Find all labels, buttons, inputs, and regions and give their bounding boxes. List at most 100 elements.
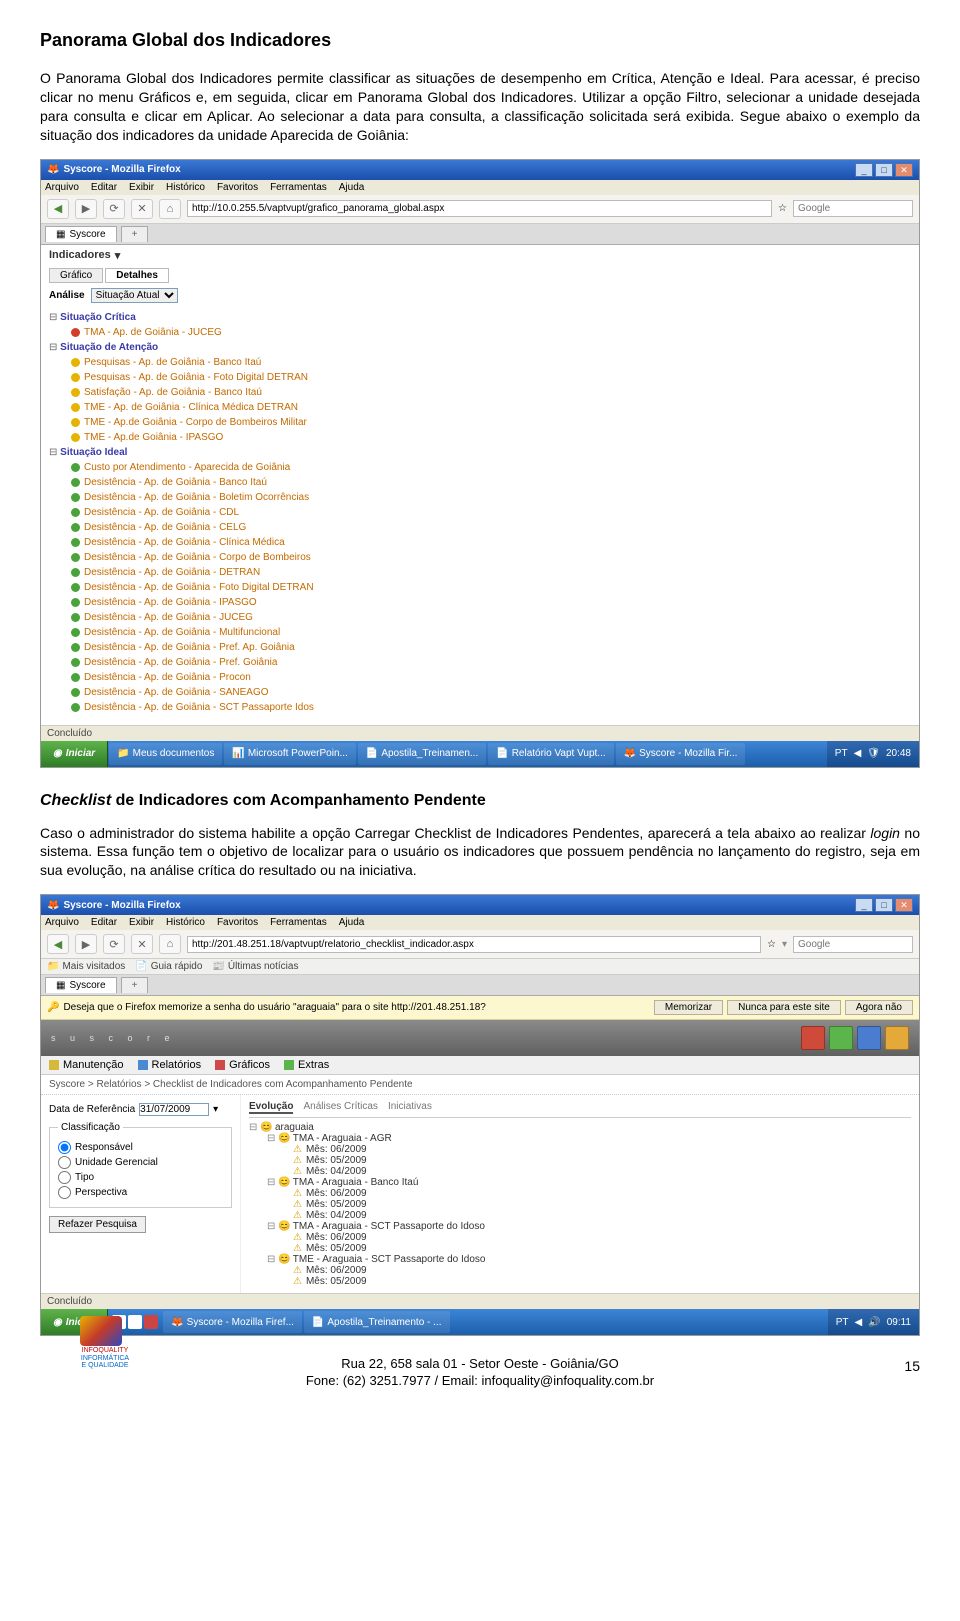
tree-item[interactable]: Desistência - Ap. de Goiânia - Multifunc… — [71, 625, 911, 640]
home-button[interactable]: ⌂ — [159, 934, 181, 954]
tree-node[interactable]: 😊 TME - Araguaia - SCT Passaporte do Ido… — [267, 1254, 911, 1265]
tree-month-item[interactable]: ⚠ Mês: 04/2009 — [293, 1210, 911, 1221]
tree-month-item[interactable]: ⚠ Mês: 04/2009 — [293, 1166, 911, 1177]
sub-tab-detalhes[interactable]: Detalhes — [105, 268, 169, 283]
task-item[interactable]: 📊Microsoft PowerPoin... — [224, 743, 356, 765]
tree-node[interactable]: 😊 TMA - Araguaia - SCT Passaporte do Ido… — [267, 1221, 911, 1232]
tree-item[interactable]: Desistência - Ap. de Goiânia - JUCEG — [71, 610, 911, 625]
close-button[interactable]: ✕ — [895, 163, 913, 177]
never-button[interactable]: Nunca para este site — [727, 1000, 841, 1015]
search-input[interactable] — [793, 200, 913, 217]
tree-month-item[interactable]: ⚠ Mês: 05/2009 — [293, 1199, 911, 1210]
tree-item[interactable]: Desistência - Ap. de Goiânia - IPASGO — [71, 595, 911, 610]
quicklaunch-icon[interactable] — [128, 1315, 142, 1329]
tree-item[interactable]: Desistência - Ap. de Goiânia - CELG — [71, 520, 911, 535]
sub-tab-grafico[interactable]: Gráfico — [49, 268, 103, 283]
browser-menubar[interactable]: Arquivo Editar Exibir Histórico Favorito… — [41, 915, 919, 930]
refresh-search-button[interactable]: Refazer Pesquisa — [49, 1216, 146, 1233]
remember-button[interactable]: Memorizar — [654, 1000, 723, 1015]
app-menu-relatorios[interactable]: Relatórios — [138, 1059, 202, 1071]
menu-item[interactable]: Editar — [91, 917, 117, 928]
task-item[interactable]: 📄Apostila_Treinamen... — [358, 743, 486, 765]
app-menu-graficos[interactable]: Gráficos — [215, 1059, 270, 1071]
tree-group-label[interactable]: Situação Ideal — [49, 445, 911, 460]
tree-item[interactable]: Satisfação - Ap. de Goiânia - Banco Itaú — [71, 385, 911, 400]
search-input[interactable] — [793, 936, 913, 953]
new-tab-button[interactable]: + — [121, 226, 149, 242]
bookmark-item[interactable]: 📁Mais visitados — [47, 961, 125, 972]
tree-root[interactable]: 😊 araguaia — [249, 1122, 911, 1133]
menu-item[interactable]: Arquivo — [45, 917, 79, 928]
tree-month-item[interactable]: ⚠ Mês: 05/2009 — [293, 1276, 911, 1287]
tab-analises[interactable]: Análises Críticas — [303, 1101, 377, 1114]
close-button[interactable]: ✕ — [895, 898, 913, 912]
tree-item[interactable]: Desistência - Ap. de Goiânia - Banco Ita… — [71, 475, 911, 490]
tree-group-label[interactable]: Situação Crítica — [49, 310, 911, 325]
radio-unidade[interactable]: Unidade Gerencial — [58, 1156, 223, 1169]
task-item[interactable]: 🦊Syscore - Mozilla Fir... — [616, 743, 746, 765]
forward-button[interactable]: ▶ — [75, 199, 97, 219]
task-item[interactable]: 🦊Syscore - Mozilla Firef... — [163, 1311, 302, 1333]
menu-item[interactable]: Exibir — [129, 182, 154, 193]
tree-item[interactable]: Desistência - Ap. de Goiânia - Procon — [71, 670, 911, 685]
tree-item[interactable]: Desistência - Ap. de Goiânia - Foto Digi… — [71, 580, 911, 595]
back-button[interactable]: ◀ — [47, 934, 69, 954]
tree-node[interactable]: 😊 TMA - Araguaia - AGR — [267, 1133, 911, 1144]
bookmark-item[interactable]: 📄Guia rápido — [135, 961, 202, 972]
minimize-button[interactable]: _ — [855, 163, 873, 177]
tree-item[interactable]: Desistência - Ap. de Goiânia - Boletim O… — [71, 490, 911, 505]
radio-perspectiva[interactable]: Perspectiva — [58, 1186, 223, 1199]
menu-item[interactable]: Histórico — [166, 182, 205, 193]
tree-item[interactable]: Desistência - Ap. de Goiânia - Pref. Ap.… — [71, 640, 911, 655]
stop-button[interactable]: ✕ — [131, 934, 153, 954]
not-now-button[interactable]: Agora não — [845, 1000, 913, 1015]
menu-item[interactable]: Histórico — [166, 917, 205, 928]
menu-item[interactable]: Editar — [91, 182, 117, 193]
tree-month-item[interactable]: ⚠ Mês: 05/2009 — [293, 1243, 911, 1254]
tree-item[interactable]: Desistência - Ap. de Goiânia - Pref. Goi… — [71, 655, 911, 670]
tree-item[interactable]: Desistência - Ap. de Goiânia - Corpo de … — [71, 550, 911, 565]
dropdown-icon[interactable]: ▾ — [115, 249, 121, 262]
tree-item[interactable]: Pesquisas - Ap. de Goiânia - Banco Itaú — [71, 355, 911, 370]
maximize-button[interactable]: □ — [875, 163, 893, 177]
analysis-select[interactable]: Situação Atual — [91, 288, 178, 303]
url-input[interactable] — [187, 200, 772, 217]
chevron-down-icon[interactable]: ▾ — [213, 1104, 218, 1115]
tree-item[interactable]: TME - Ap.de Goiânia - IPASGO — [71, 430, 911, 445]
minimize-button[interactable]: _ — [855, 898, 873, 912]
tab-iniciativas[interactable]: Iniciativas — [388, 1101, 432, 1114]
tree-item[interactable]: Desistência - Ap. de Goiânia - SCT Passa… — [71, 700, 911, 715]
browser-tab[interactable]: ▦Syscore — [45, 226, 117, 242]
menu-item[interactable]: Ferramentas — [270, 182, 327, 193]
tree-month-item[interactable]: ⚠ Mês: 05/2009 — [293, 1155, 911, 1166]
menu-item[interactable]: Exibir — [129, 917, 154, 928]
forward-button[interactable]: ▶ — [75, 934, 97, 954]
bookmark-star-icon[interactable]: ☆ — [767, 939, 776, 950]
url-input[interactable] — [187, 936, 761, 953]
menu-item[interactable]: Ajuda — [339, 917, 365, 928]
tree-item[interactable]: Desistência - Ap. de Goiânia - SANEAGO — [71, 685, 911, 700]
date-input[interactable] — [139, 1103, 209, 1116]
tab-evolucao[interactable]: Evolução — [249, 1101, 293, 1114]
app-menu-extras[interactable]: Extras — [284, 1059, 329, 1071]
home-button[interactable]: ⌂ — [159, 199, 181, 219]
app-menu-manutencao[interactable]: Manutenção — [49, 1059, 124, 1071]
tree-item[interactable]: Custo por Atendimento - Aparecida de Goi… — [71, 460, 911, 475]
tree-item[interactable]: Desistência - Ap. de Goiânia - CDL — [71, 505, 911, 520]
task-item[interactable]: 📄Relatório Vapt Vupt... — [488, 743, 613, 765]
menu-item[interactable]: Ajuda — [339, 182, 365, 193]
new-tab-button[interactable]: + — [121, 977, 149, 993]
reload-button[interactable]: ⟳ — [103, 934, 125, 954]
tree-item[interactable]: Pesquisas - Ap. de Goiânia - Foto Digita… — [71, 370, 911, 385]
bookmark-star-icon[interactable]: ☆ — [778, 203, 787, 214]
maximize-button[interactable]: □ — [875, 898, 893, 912]
tree-item[interactable]: Desistência - Ap. de Goiânia - Clínica M… — [71, 535, 911, 550]
browser-menubar[interactable]: Arquivo Editar Exibir Histórico Favorito… — [41, 180, 919, 195]
back-button[interactable]: ◀ — [47, 199, 69, 219]
tree-node[interactable]: 😊 TMA - Araguaia - Banco Itaú — [267, 1177, 911, 1188]
start-button[interactable]: ◉Iniciar — [41, 741, 108, 767]
menu-item[interactable]: Ferramentas — [270, 917, 327, 928]
tree-item[interactable]: Desistência - Ap. de Goiânia - DETRAN — [71, 565, 911, 580]
tree-item[interactable]: TME - Ap.de Goiânia - Corpo de Bombeiros… — [71, 415, 911, 430]
menu-item[interactable]: Favoritos — [217, 182, 258, 193]
